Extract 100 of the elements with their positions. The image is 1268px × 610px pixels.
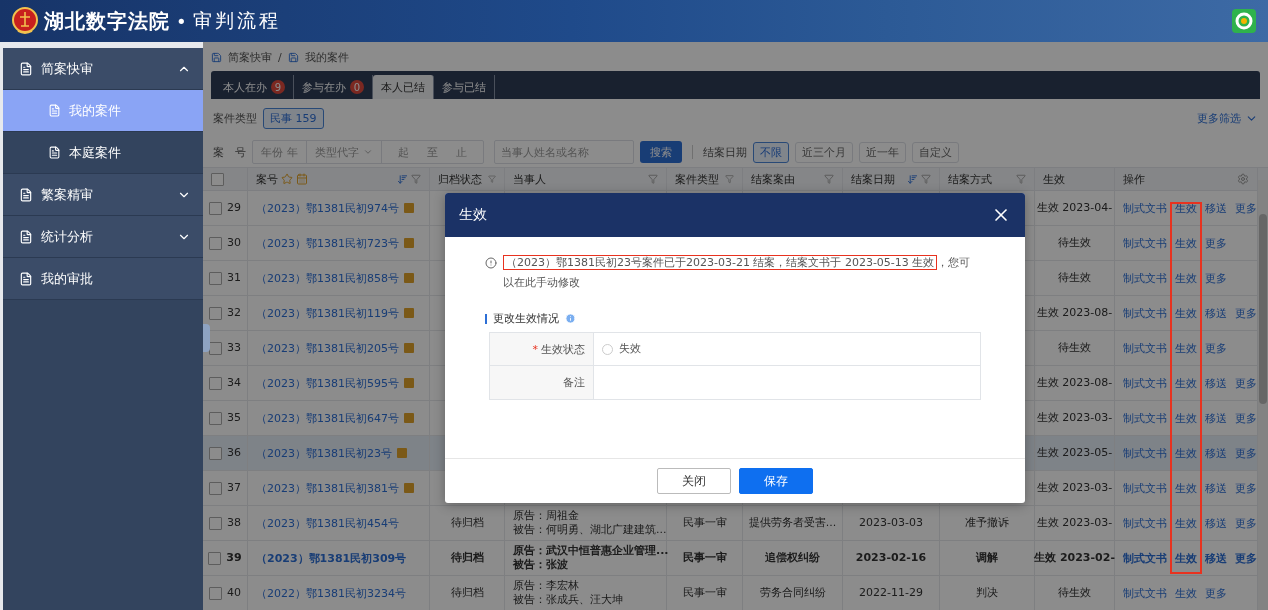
action-link[interactable]: 移送 [1205,445,1227,461]
scrollbar-thumb[interactable] [1259,214,1267,404]
action-link[interactable]: 生效 [1175,410,1197,426]
action-link[interactable]: 更多 [1205,340,1227,356]
filter-chip[interactable]: 不限 [753,141,789,163]
checkbox[interactable] [209,481,222,495]
action-link[interactable]: 生效 [1175,550,1197,566]
sidebar-item[interactable]: 简案快审 [3,48,203,90]
sort-icon[interactable] [397,173,408,185]
sidebar-item[interactable]: 繁案精审 [3,174,203,216]
action-link[interactable]: 制式文书 [1123,550,1167,566]
more-filters-link[interactable]: 更多筛选 [1197,110,1258,126]
action-link[interactable]: 生效 [1175,305,1197,321]
action-link[interactable]: 更多 [1235,445,1257,461]
filter-icon[interactable] [725,174,734,184]
action-link[interactable]: 制式文书 [1123,410,1167,426]
tab[interactable]: 参与已结 [434,75,495,99]
case-number-link[interactable]: （2023）鄂1381民初119号 [256,305,399,321]
action-link[interactable]: 移送 [1205,305,1227,321]
tab[interactable]: 本人已结 [373,75,434,99]
case-number-link[interactable]: （2022）鄂1381民初3234号 [256,585,406,601]
filter-icon[interactable] [488,174,496,184]
action-link[interactable]: 移送 [1205,480,1227,496]
case-number-link[interactable]: （2023）鄂1381民初974号 [256,200,399,216]
sidebar-item[interactable]: 我的审批 [3,258,203,300]
checkbox[interactable] [209,341,222,355]
breadcrumb-link[interactable]: 我的案件 [304,50,349,65]
filter-icon[interactable] [411,174,421,184]
action-link[interactable]: 生效 [1175,585,1197,601]
breadcrumb-link[interactable]: 简案快审 [228,50,272,65]
action-link[interactable]: 移送 [1205,200,1227,216]
sort-icon[interactable] [907,173,918,185]
action-link[interactable]: 生效 [1175,375,1197,391]
action-link[interactable]: 移送 [1205,550,1227,566]
action-link[interactable]: 更多 [1235,410,1257,426]
action-link[interactable]: 移送 [1205,410,1227,426]
checkbox[interactable] [209,236,222,250]
filter-icon[interactable] [648,174,658,184]
action-link[interactable]: 更多 [1235,480,1257,496]
case-number-link[interactable]: （2023）鄂1381民初309号 [256,550,407,566]
checkbox[interactable] [209,271,222,285]
checkbox[interactable] [211,172,224,186]
checkbox[interactable] [208,551,222,565]
action-link[interactable]: 制式文书 [1123,340,1167,356]
action-link[interactable]: 制式文书 [1123,375,1167,391]
app-icon[interactable] [1232,9,1256,33]
action-link[interactable]: 制式文书 [1123,445,1167,461]
action-link[interactable]: 制式文书 [1123,235,1167,251]
action-link[interactable]: 更多 [1235,200,1257,216]
action-link[interactable]: 生效 [1175,200,1197,216]
action-link[interactable]: 生效 [1175,515,1197,531]
action-link[interactable]: 制式文书 [1123,515,1167,531]
checkbox[interactable] [209,411,222,425]
settings-icon[interactable] [1237,173,1249,185]
action-link[interactable]: 制式文书 [1123,305,1167,321]
case-number-link[interactable]: （2023）鄂1381民初23号 [256,445,392,461]
checkbox[interactable] [209,446,222,460]
action-link[interactable]: 制式文书 [1123,270,1167,286]
action-link[interactable]: 制式文书 [1123,585,1167,601]
checkbox[interactable] [209,306,222,320]
case-number-link[interactable]: （2023）鄂1381民初595号 [256,375,399,391]
action-link[interactable]: 制式文书 [1123,480,1167,496]
action-link[interactable]: 生效 [1175,340,1197,356]
action-link[interactable]: 更多 [1235,375,1257,391]
action-link[interactable]: 制式文书 [1123,200,1167,216]
sidebar-item[interactable]: 统计分析 [3,216,203,258]
filter-chip[interactable]: 自定义 [912,141,959,163]
filter-chip[interactable]: 民事 159 [263,107,324,129]
action-link[interactable]: 生效 [1175,270,1197,286]
case-number-link[interactable]: （2023）鄂1381民初454号 [256,515,399,531]
case-number-link[interactable]: （2023）鄂1381民初205号 [256,340,399,356]
star-icon[interactable] [281,173,293,185]
action-link[interactable]: 更多 [1205,585,1227,601]
case-number-link[interactable]: （2023）鄂1381民初647号 [256,410,399,426]
filter-icon[interactable] [1016,174,1026,184]
checkbox[interactable] [209,586,222,600]
case-number-link[interactable]: （2023）鄂1381民初858号 [256,270,399,286]
tab[interactable]: 本人在办 9 [215,75,294,99]
action-link[interactable]: 更多 [1205,270,1227,286]
dialog-button[interactable]: 保存 [739,468,813,494]
checkbox[interactable] [209,376,222,390]
filter-icon[interactable] [824,174,834,184]
action-link[interactable]: 更多 [1205,235,1227,251]
case-number-link[interactable]: （2023）鄂1381民初723号 [256,235,399,251]
dialog-button[interactable]: 关闭 [657,468,731,494]
case-number-link[interactable]: （2023）鄂1381民初381号 [256,480,399,496]
filter-icon[interactable] [921,174,931,184]
action-link[interactable]: 更多 [1235,305,1257,321]
calendar-icon[interactable] [296,173,308,185]
action-link[interactable]: 生效 [1175,445,1197,461]
action-link[interactable]: 生效 [1175,235,1197,251]
collapse-handle[interactable] [203,324,210,352]
sidebar-subitem[interactable]: 我的案件 [3,90,203,132]
action-link[interactable]: 移送 [1205,515,1227,531]
action-link[interactable]: 更多 [1235,515,1257,531]
search-button[interactable]: 搜索 [640,141,682,163]
action-link[interactable]: 移送 [1205,375,1227,391]
action-link[interactable]: 生效 [1175,480,1197,496]
action-link[interactable]: 更多 [1235,550,1257,566]
checkbox[interactable] [209,516,222,530]
